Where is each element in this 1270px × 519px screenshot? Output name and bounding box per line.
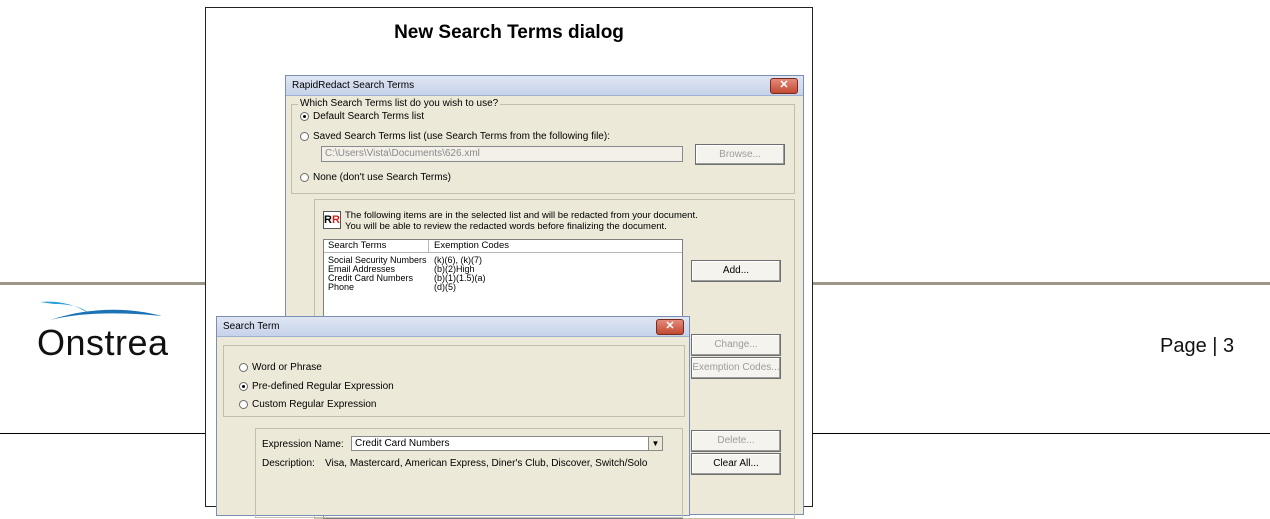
cell-code: (d)(5)	[434, 282, 456, 292]
table-row[interactable]: Phone (d)(5)	[324, 283, 682, 292]
rapidredact-logo-icon: RR	[323, 211, 341, 229]
logo-text: Onstrea	[37, 322, 169, 363]
option-custom-regex[interactable]: Custom Regular Expression	[239, 399, 377, 410]
radio-none[interactable]	[300, 172, 309, 182]
figure-title: New Search Terms dialog	[394, 22, 624, 43]
source-question: Which Search Terms list do you wish to u…	[298, 98, 501, 109]
search-term-dialog: Search Term ✕ Word or Phrase Pre-defined…	[216, 316, 690, 518]
add-button[interactable]: Add...	[691, 260, 781, 282]
column-exemption-codes[interactable]: Exemption Codes	[434, 240, 509, 251]
expression-name-select[interactable]: Credit Card Numbers ▼	[351, 436, 663, 451]
browse-button[interactable]: Browse...	[695, 144, 785, 165]
search-term-title: Search Term	[223, 321, 280, 332]
radio-saved[interactable]	[300, 131, 309, 141]
option-none[interactable]: None (don't use Search Terms)	[300, 172, 451, 183]
info-line-1: The following items are in the selected …	[345, 210, 698, 221]
description-label: Description:	[262, 458, 315, 469]
terms-list-header: Search Terms Exemption Codes	[324, 240, 682, 253]
file-path-field[interactable]: C:\Users\Vista\Documents\626.xml	[321, 146, 683, 162]
expression-name-value: Credit Card Numbers	[355, 438, 450, 449]
dialog-titlebar[interactable]: RapidRedact Search Terms ✕	[286, 76, 803, 96]
option-word-phrase-label: Word or Phrase	[252, 362, 322, 373]
search-term-titlebar[interactable]: Search Term ✕	[217, 317, 689, 337]
page-number: Page | 3	[1160, 335, 1235, 357]
option-none-label: None (don't use Search Terms)	[313, 172, 451, 183]
change-button[interactable]: Change...	[691, 334, 781, 356]
radio-word-phrase[interactable]	[239, 362, 248, 372]
close-icon[interactable]: ✕	[656, 319, 684, 335]
clear-all-button[interactable]: Clear All...	[691, 453, 781, 475]
radio-custom-regex[interactable]	[239, 399, 248, 409]
exemption-codes-button[interactable]: Exemption Codes...	[691, 357, 781, 379]
radio-predefined-regex[interactable]	[239, 381, 248, 391]
close-icon[interactable]: ✕	[770, 78, 798, 94]
option-default[interactable]: Default Search Terms list	[300, 111, 424, 122]
option-word-phrase[interactable]: Word or Phrase	[239, 362, 322, 373]
option-predefined-regex[interactable]: Pre-defined Regular Expression	[239, 381, 394, 392]
cell-term: Phone	[328, 282, 355, 292]
expression-name-label: Expression Name:	[262, 439, 344, 450]
option-predefined-regex-label: Pre-defined Regular Expression	[252, 381, 394, 392]
option-saved-label: Saved Search Terms list (use Search Term…	[313, 131, 610, 142]
info-line-2: You will be able to review the redacted …	[345, 221, 667, 232]
column-search-terms[interactable]: Search Terms	[328, 240, 386, 251]
chevron-down-icon[interactable]: ▼	[648, 437, 662, 450]
dialog-title: RapidRedact Search Terms	[292, 80, 415, 91]
description-value: Visa, Mastercard, American Express, Dine…	[325, 458, 648, 469]
option-custom-regex-label: Custom Regular Expression	[252, 399, 377, 410]
option-default-label: Default Search Terms list	[313, 111, 424, 122]
table-row[interactable]: Credit Card Numbers (b)(1)(1.5)(a)	[324, 274, 682, 283]
radio-default[interactable]	[300, 111, 309, 121]
option-saved[interactable]: Saved Search Terms list (use Search Term…	[300, 131, 610, 142]
delete-button[interactable]: Delete...	[691, 430, 781, 452]
